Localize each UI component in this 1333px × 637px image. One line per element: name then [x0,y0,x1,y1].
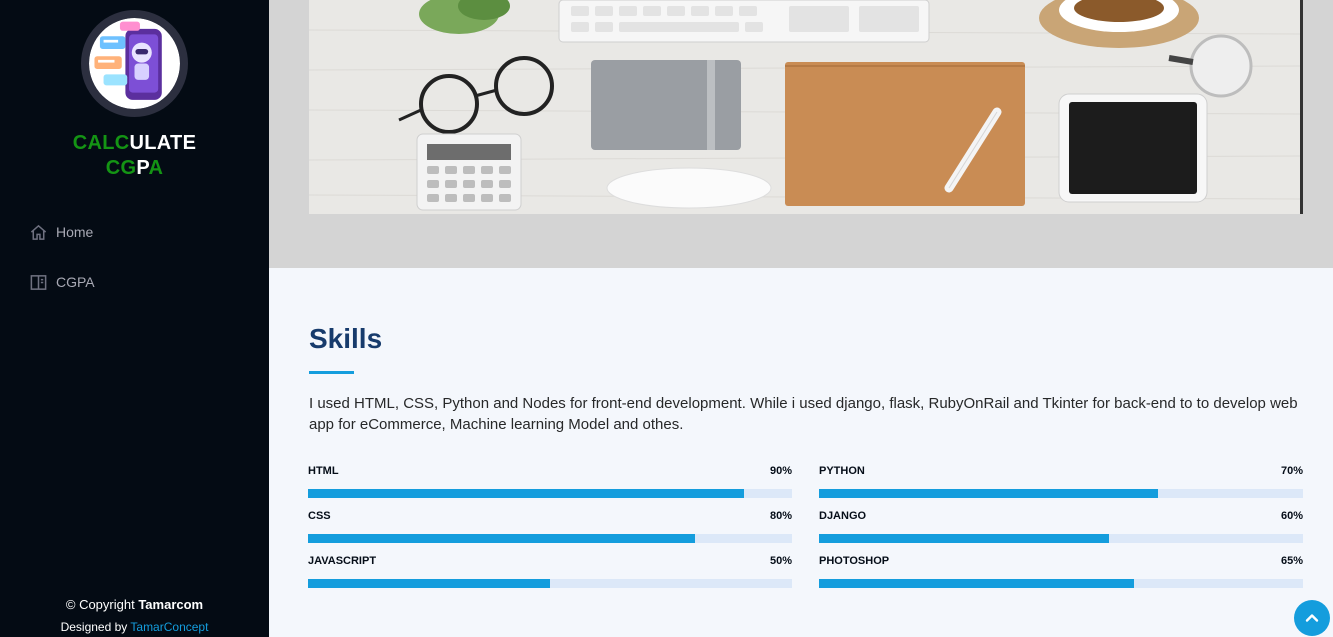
brand-text-green: CG [105,157,137,179]
nav-item-label: Home [56,224,94,240]
chevron-up-icon [1305,614,1319,622]
copyright-prefix: © Copyright [65,597,139,612]
skill-python: PYTHON 70% [819,465,1303,498]
skill-name: DJANGO [819,510,867,522]
title-divider [309,371,354,374]
skill-percent: 50% [769,555,792,567]
copyright: © Copyright Tamarcom [0,595,269,615]
skill-css: CSS 80% [308,510,792,543]
designer-link[interactable]: TamarConcept [130,620,208,634]
skill-progress-track [819,489,1303,498]
brand-text-white: ULATE [129,132,197,154]
skill-percent: 80% [769,510,792,522]
skill-progress-track [308,579,792,588]
robot-illustration [89,18,180,109]
credits: Designed by TamarConcept [0,616,269,637]
skill-percent: 65% [1280,555,1303,567]
skill-progress-fill [819,534,1110,543]
skill-progress-fill [819,579,1134,588]
skills-section: Skills I used HTML, CSS, Python and Node… [269,268,1333,637]
copyright-owner: Tamarcom [138,597,204,612]
skill-percent: 90% [769,465,792,477]
skill-progress-fill [308,579,550,588]
app-brand[interactable]: CALCULATE CGPA [0,131,269,181]
brand-text-green: CALC [72,132,130,154]
skill-progress-track [308,489,792,498]
profile-avatar[interactable] [81,10,188,117]
skill-name: CSS [308,510,331,522]
skill-progress-track [308,534,792,543]
skill-progress-track [819,579,1303,588]
skill-progress-track [819,534,1303,543]
skill-name: JAVASCRIPT [308,555,377,567]
brand-text-green: A [148,157,164,179]
desk-photo [309,0,1303,214]
skill-percent: 70% [1280,465,1303,477]
nav-item-cgpa[interactable]: CGPA [0,260,269,304]
main-content: Skills I used HTML, CSS, Python and Node… [269,0,1333,637]
skill-name: PYTHON [819,465,865,477]
skill-html: HTML 90% [308,465,792,498]
skill-django: DJANGO 60% [819,510,1303,543]
nav-item-home[interactable]: Home [0,210,269,254]
skill-name: HTML [308,465,339,477]
back-to-top-button[interactable] [1294,600,1330,636]
section-title: Skills [309,323,383,354]
brand-text-white: P [136,157,149,179]
skill-progress-fill [308,534,696,543]
home-icon [28,222,48,242]
sidebar-nav: Home CGPA [0,210,269,310]
skill-progress-fill [308,489,744,498]
hero-section [269,0,1333,268]
skill-javascript: JAVASCRIPT 50% [308,555,792,588]
brand-line-2: CGPA [0,156,269,181]
skills-description: I used HTML, CSS, Python and Nodes for f… [309,395,1298,433]
credits-prefix: Designed by [60,620,131,634]
sidebar-footer: © Copyright Tamarcom Designed by TamarCo… [0,595,269,637]
book-icon [28,272,48,292]
skill-percent: 60% [1280,510,1303,522]
nav-item-label: CGPA [56,274,95,290]
skill-photoshop: PHOTOSHOP 65% [819,555,1303,588]
sidebar: CALCULATE CGPA Home CGPA © Copyright Tam… [0,0,269,637]
brand-line-1: CALCULATE [0,131,269,156]
skill-progress-fill [819,489,1158,498]
skill-name: PHOTOSHOP [819,555,890,567]
